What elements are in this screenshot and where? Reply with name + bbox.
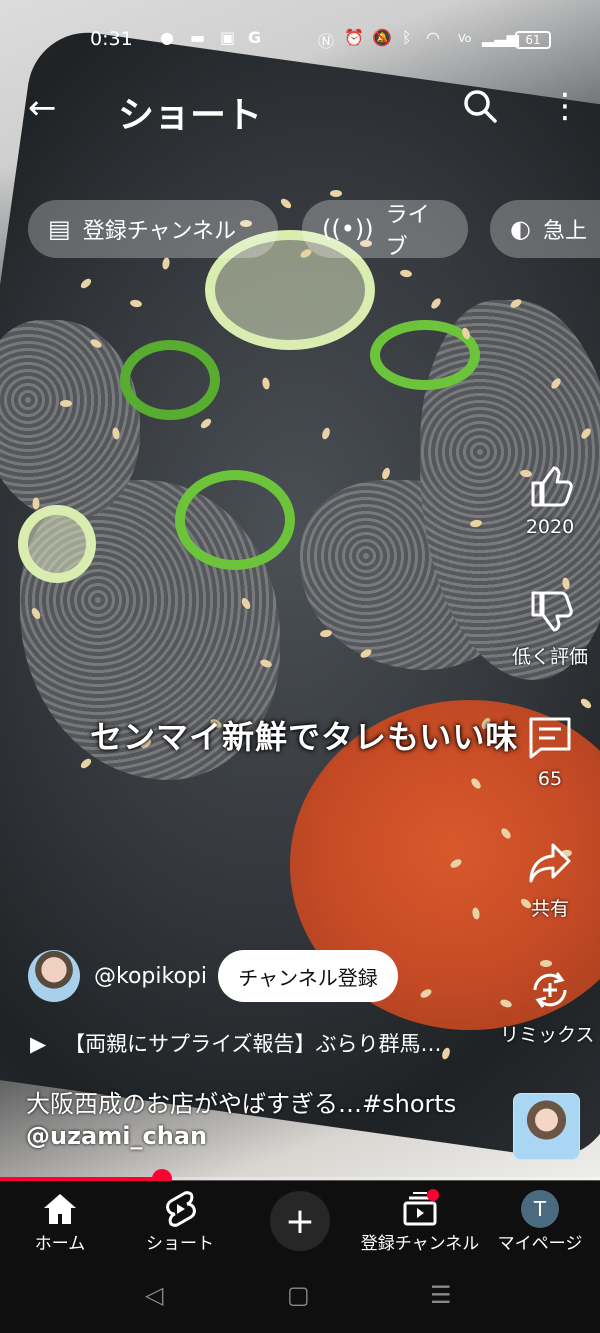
volte-icon: Vo <box>458 32 472 45</box>
related-video-title: 【両親にサプライズ報告】ぶらり群馬… <box>64 1032 442 1056</box>
comment-button[interactable]: 65 <box>500 712 600 790</box>
chip-label: ライブ <box>385 203 430 260</box>
share-button[interactable]: 共有 <box>500 838 600 921</box>
filter-chips: ▤ 登録チャンネル ((•)) ライブ ◐ 急上 <box>0 200 600 260</box>
status-bar: 0:31 ● ▬ ▣ G Ⓝ ⏰ 🔕 ᛒ ◠ Vo ▂▃▅ 61 <box>0 0 600 80</box>
status-time: 0:31 <box>90 28 133 50</box>
create-button[interactable]: + <box>270 1191 330 1251</box>
shorts-icon <box>166 1191 196 1227</box>
dislike-button[interactable]: 低く評価 <box>500 586 600 669</box>
system-home-icon[interactable]: ▢ <box>287 1281 310 1309</box>
nav-mypage[interactable]: T マイページ <box>495 1189 585 1254</box>
mention-handle[interactable]: @uzami_chan <box>26 1120 506 1152</box>
nfc-icon: Ⓝ <box>318 32 335 51</box>
thumbs-down-icon <box>531 591 573 632</box>
nav-label: ホーム <box>34 1234 86 1254</box>
notification-dot <box>427 1189 439 1201</box>
bottom-nav: ホーム ショート + 登録チャンネル T マイページ <box>0 1181 600 1259</box>
user-avatar: T <box>521 1190 559 1228</box>
chip-trending[interactable]: ◐ 急上 <box>490 200 600 258</box>
subscribe-button[interactable]: チャンネル登録 <box>218 950 398 1002</box>
share-label: 共有 <box>530 898 569 920</box>
subscriptions-icon: ▤ <box>48 215 71 243</box>
system-recents-icon[interactable]: ☰ <box>430 1281 452 1309</box>
video-overlay-caption: センマイ新鮮でタレもいい味 <box>90 718 519 756</box>
thumbs-up-icon <box>531 466 573 507</box>
channel-row: @kopikopi チャンネル登録 <box>28 950 408 1006</box>
nav-label: 登録チャンネル <box>360 1234 480 1254</box>
remix-button[interactable]: リミックス <box>500 964 600 1047</box>
system-nav-bar: ◁ ▢ ☰ <box>0 1259 600 1333</box>
live-icon: ((•)) <box>322 215 374 243</box>
chip-label: 登録チャンネル <box>82 219 237 244</box>
google-icon: G <box>248 28 262 47</box>
home-icon <box>44 1194 76 1224</box>
wallet-icon: ▣ <box>220 28 236 47</box>
back-arrow-icon[interactable]: ← <box>28 88 57 128</box>
nav-label: ショート <box>146 1234 214 1254</box>
share-icon <box>529 843 571 883</box>
trending-icon: ◐ <box>510 215 531 243</box>
sesame-seed <box>330 190 342 197</box>
sound-thumbnail[interactable] <box>513 1093 580 1160</box>
bluetooth-icon: ᛒ <box>402 28 412 47</box>
channel-avatar[interactable] <box>28 950 80 1002</box>
sesame-seed <box>32 497 40 510</box>
battery-icon: 61 <box>515 31 551 49</box>
like-button[interactable]: 2020 <box>500 460 600 538</box>
remix-icon <box>533 972 567 1008</box>
system-back-icon[interactable]: ◁ <box>145 1281 163 1309</box>
top-bar: ← ショート ⋮ <box>0 80 600 140</box>
nav-shorts[interactable]: ショート <box>135 1189 225 1254</box>
nav-home[interactable]: ホーム <box>20 1189 100 1254</box>
play-icon: ▶ <box>30 1032 47 1056</box>
dislike-label: 低く評価 <box>511 646 588 668</box>
search-icon[interactable] <box>462 88 498 124</box>
food-image <box>120 340 220 420</box>
alarm-icon: ⏰ <box>344 28 364 47</box>
more-options-icon[interactable]: ⋮ <box>548 86 582 126</box>
comment-icon <box>529 717 571 759</box>
wifi-icon: ◠ <box>426 28 440 47</box>
sesame-seed <box>60 400 72 407</box>
nav-label: マイページ <box>497 1234 583 1254</box>
video-title: 大阪西成のお店がやばすぎる…#shorts <box>26 1090 457 1118</box>
chip-subscriptions[interactable]: ▤ 登録チャンネル <box>28 200 278 258</box>
comment-count: 65 <box>537 768 563 790</box>
line-icon: ▬ <box>190 28 206 47</box>
channel-handle[interactable]: @kopikopi <box>94 964 207 989</box>
page-title: ショート <box>118 95 263 136</box>
chip-live[interactable]: ((•)) ライブ <box>302 200 468 260</box>
plus-icon: + <box>284 1200 316 1242</box>
food-image <box>18 505 96 583</box>
chip-label: 急上 <box>542 219 587 244</box>
food-image <box>175 470 295 570</box>
video-caption[interactable]: 大阪西成のお店がやばすぎる…#shorts @uzami_chan <box>26 1088 506 1152</box>
nav-subscriptions[interactable]: 登録チャンネル <box>360 1189 480 1254</box>
mute-icon: 🔕 <box>372 28 392 47</box>
related-video-link[interactable]: ▶ 【両親にサプライズ報告】ぶらり群馬… <box>30 1028 490 1058</box>
signal-icon: ▂▃▅ <box>482 28 519 47</box>
remix-label: リミックス <box>500 1024 595 1046</box>
like-count: 2020 <box>525 516 575 538</box>
app-notification-icon: ● <box>160 28 174 47</box>
